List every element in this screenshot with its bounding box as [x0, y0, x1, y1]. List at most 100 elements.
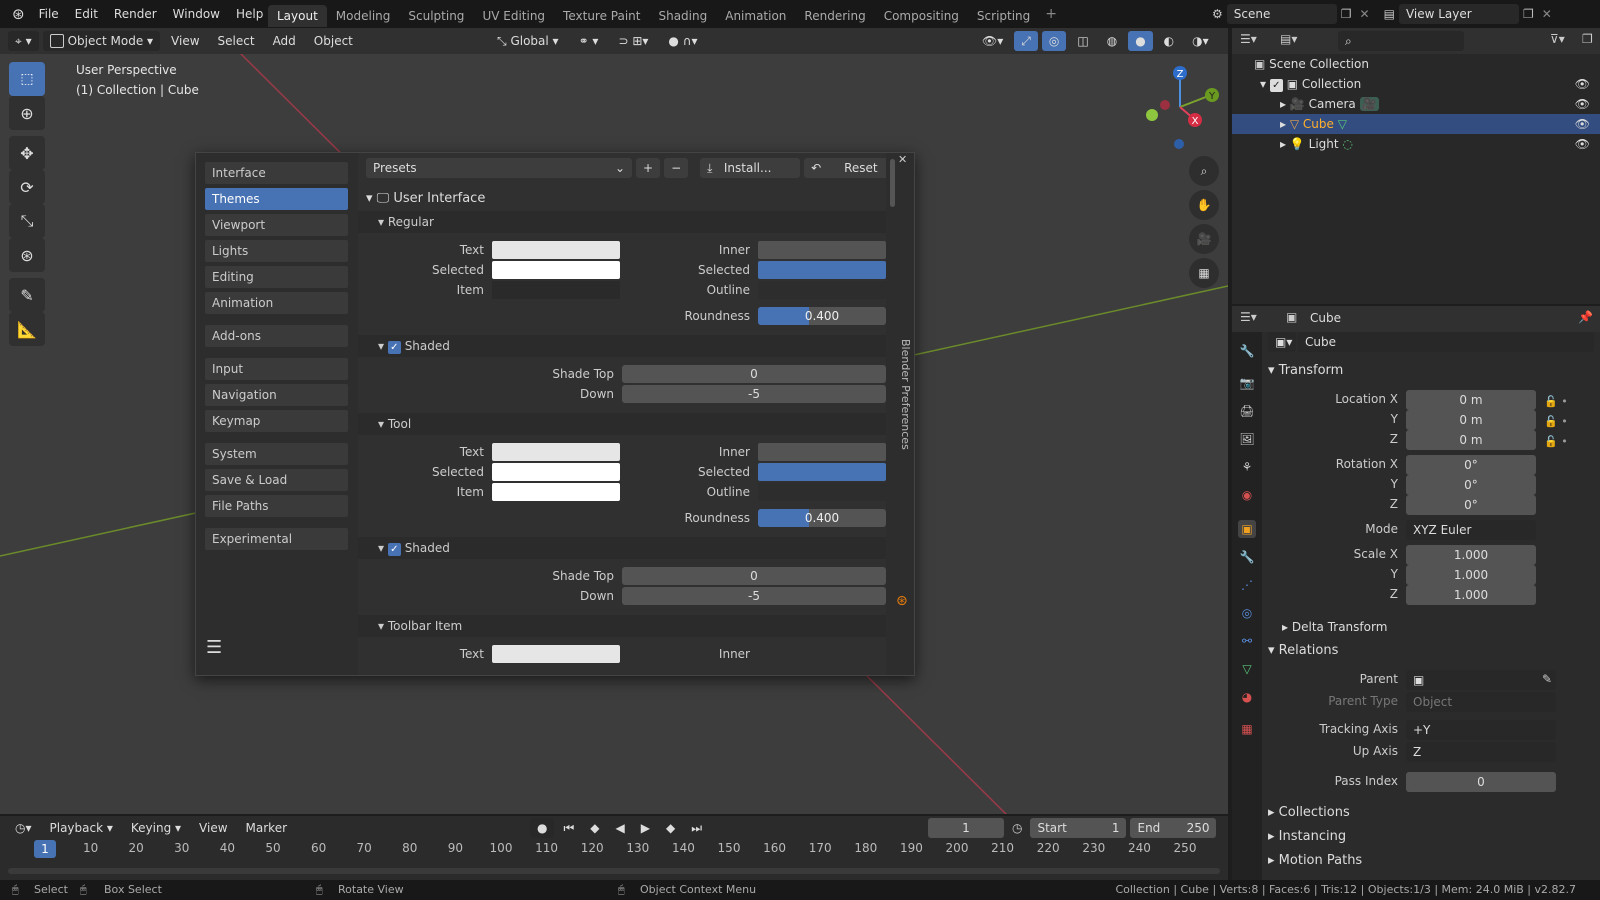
toolbar-item-text-color[interactable]	[492, 645, 620, 663]
remove-view-layer-icon[interactable]: ✕	[1538, 7, 1556, 21]
rotation-y-field[interactable]: 0°	[1406, 475, 1536, 495]
tracking-axis-dropdown[interactable]: +Y	[1406, 720, 1556, 740]
display-mode-icon[interactable]: ▤▾	[1280, 32, 1297, 46]
lock-icon[interactable]: 🔓 •	[1544, 432, 1568, 452]
tool-shaded-header[interactable]: ▾ ✓ Shaded	[358, 537, 886, 559]
menu-view[interactable]: View	[164, 31, 206, 51]
editor-type-icon[interactable]: ☰▾	[1240, 32, 1257, 46]
solid-shading-icon[interactable]: ●	[1128, 31, 1153, 51]
regular-down-field[interactable]: -5	[622, 385, 886, 403]
material-tab-icon[interactable]: ◕	[1238, 688, 1256, 706]
location-z-field[interactable]: 0 m	[1406, 430, 1536, 450]
collections-section-header[interactable]: ▸ Collections	[1268, 802, 1594, 824]
pan-button[interactable]: ✋	[1189, 190, 1219, 220]
tool-shade-top-field[interactable]: 0	[622, 567, 886, 585]
delta-transform-header[interactable]: ▸ Delta Transform	[1268, 616, 1594, 638]
object-datablock-icon[interactable]: ▣▾	[1268, 332, 1296, 352]
sidebar-item-keymap[interactable]: Keymap	[205, 410, 348, 432]
tool-roundness-slider[interactable]: 0.400	[758, 509, 886, 527]
regular-inner-selected-color[interactable]	[758, 261, 886, 279]
tool-text-color[interactable]	[492, 443, 620, 461]
view-layer-field[interactable]: View Layer	[1398, 4, 1519, 24]
close-icon[interactable]: ✕	[898, 153, 907, 166]
tab-texture-paint[interactable]: Texture Paint	[554, 5, 649, 27]
world-tab-icon[interactable]: ◉	[1238, 486, 1256, 504]
object-tab-icon[interactable]: ▣	[1238, 520, 1256, 538]
regular-subpanel-header[interactable]: ▾ Regular	[358, 211, 886, 233]
visibility-eye-icon[interactable]: 👁	[1575, 94, 1590, 114]
pin-icon[interactable]: 📌	[1578, 310, 1593, 324]
parent-field[interactable]: ▣	[1406, 670, 1556, 690]
tool-item-color[interactable]	[492, 483, 620, 501]
menu-window[interactable]: Window	[165, 0, 228, 28]
visibility-icon[interactable]: 👁▾	[975, 31, 1010, 51]
view-layer-tab-icon[interactable]: 🖼	[1238, 430, 1256, 448]
sidebar-item-system[interactable]: System	[205, 443, 348, 465]
relations-section-header[interactable]: ▾ Relations	[1268, 640, 1594, 662]
render-tab-icon[interactable]: 📷	[1238, 374, 1256, 392]
rotation-z-field[interactable]: 0°	[1406, 495, 1536, 515]
motion-paths-section-header[interactable]: ▸ Motion Paths	[1268, 850, 1594, 872]
outliner-row-light[interactable]: ▸ 💡 Light ◌ 👁	[1232, 134, 1600, 154]
regular-shaded-header[interactable]: ▾ ✓ Shaded	[358, 335, 886, 357]
proportional-edit-icon[interactable]: ● ∩▾	[661, 31, 704, 51]
gizmo-toggle-icon[interactable]: ⤢	[1014, 31, 1038, 51]
annotate-tool[interactable]: ✎	[9, 278, 45, 312]
view-layer-icon[interactable]: ▤	[1380, 7, 1399, 21]
filter-icon[interactable]: ⊽▾	[1550, 32, 1565, 46]
visibility-eye-icon[interactable]: 👁	[1575, 74, 1590, 94]
remove-preset-button[interactable]: −	[664, 158, 689, 178]
sidebar-item-input[interactable]: Input	[205, 358, 348, 380]
location-x-field[interactable]: 0 m	[1406, 390, 1536, 410]
measure-tool[interactable]: 📐	[9, 312, 45, 346]
menu-help[interactable]: Help	[228, 0, 271, 28]
outliner-search-input[interactable]: ⌕	[1338, 31, 1464, 51]
tool-tab-icon[interactable]: 🔧	[1238, 342, 1256, 360]
overlay-icon[interactable]: ◎	[1041, 31, 1067, 51]
menu-object[interactable]: Object	[307, 31, 360, 51]
rotation-x-field[interactable]: 0°	[1406, 455, 1536, 475]
sidebar-item-file-paths[interactable]: File Paths	[205, 495, 348, 517]
physics-tab-icon[interactable]: ◎	[1238, 604, 1256, 622]
menu-edit[interactable]: Edit	[67, 0, 106, 28]
new-scene-icon[interactable]: ❐	[1337, 7, 1356, 21]
outliner-row-camera[interactable]: ▸ 🎥 Camera 🎥 👁	[1232, 94, 1600, 114]
sidebar-item-animation[interactable]: Animation	[205, 292, 348, 314]
scene-tab-icon[interactable]: ⚘	[1238, 458, 1256, 476]
rotate-tool[interactable]: ⟳	[9, 170, 45, 204]
xray-icon[interactable]: ◫	[1070, 31, 1095, 51]
regular-text-color[interactable]	[492, 241, 620, 259]
cursor-tool[interactable]: ⊕	[9, 96, 45, 130]
sidebar-item-editing[interactable]: Editing	[205, 266, 348, 288]
snap-icon[interactable]: ⊃ ⊞▾	[611, 31, 655, 51]
add-workspace-icon[interactable]: +	[1039, 6, 1063, 22]
outliner-row-cube[interactable]: ▸ ▽ Cube ▽ 👁	[1232, 114, 1600, 134]
transform-tool[interactable]: ⊛	[9, 238, 45, 272]
tab-animation[interactable]: Animation	[716, 5, 795, 27]
select-box-tool[interactable]: ⬚	[9, 62, 45, 96]
camera-view-button[interactable]: 🎥	[1189, 224, 1219, 254]
location-y-field[interactable]: 0 m	[1406, 410, 1536, 430]
scene-icon[interactable]: ⚙	[1208, 7, 1227, 21]
timeline-ruler[interactable]: 10 20 30 40 50 60 70 80 90 100 110 120 130 140 150 160 1…	[0, 816, 1228, 886]
hamburger-menu-icon[interactable]: ☰	[206, 637, 222, 658]
blender-logo-icon[interactable]: ⊛	[6, 5, 31, 23]
new-collection-icon[interactable]: ❐	[1582, 32, 1593, 46]
tab-modeling[interactable]: Modeling	[327, 5, 400, 27]
tab-rendering[interactable]: Rendering	[795, 5, 874, 27]
move-tool[interactable]: ✥	[9, 136, 45, 170]
menu-select[interactable]: Select	[211, 31, 262, 51]
visibility-eye-icon[interactable]: 👁	[1575, 134, 1590, 154]
scale-tool[interactable]: ⤡	[9, 204, 45, 238]
scene-field[interactable]: Scene	[1226, 4, 1337, 24]
menu-add[interactable]: Add	[266, 31, 303, 51]
reset-button[interactable]: ↶ Reset	[804, 158, 886, 178]
tab-layout[interactable]: Layout	[268, 5, 327, 27]
sidebar-item-experimental[interactable]: Experimental	[205, 528, 348, 550]
lock-icon[interactable]: 🔓 •	[1544, 412, 1568, 432]
shaded-checkbox[interactable]: ✓	[387, 341, 401, 354]
menu-render[interactable]: Render	[106, 0, 165, 28]
tool-inner-color[interactable]	[758, 443, 886, 461]
perspective-toggle-button[interactable]: ▦	[1189, 258, 1219, 288]
preferences-region-tab[interactable]: Blender Preferences	[896, 339, 912, 469]
